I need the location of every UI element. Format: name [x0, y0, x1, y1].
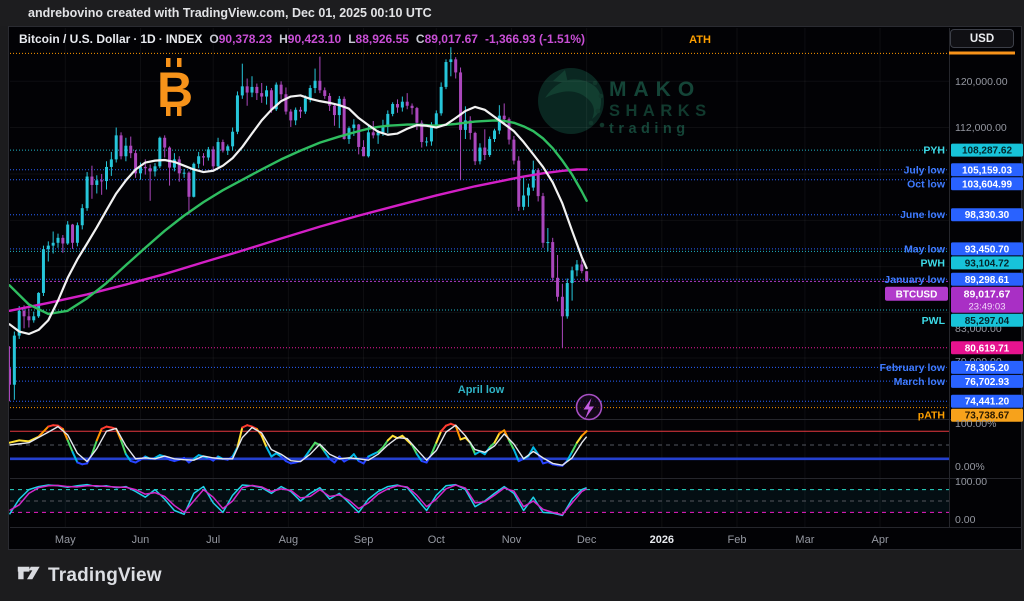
level-name-label: May low — [904, 243, 946, 255]
level-name-label: PWH — [921, 257, 946, 269]
symbol-title-row: Bitcoin / U.S. Dollar·1D·INDEXO90,378.23… — [19, 32, 585, 46]
tradingview-logo-icon[interactable] — [16, 561, 41, 590]
low-label: L — [348, 32, 355, 46]
level-name-label: June low — [900, 209, 946, 221]
chart-canvas[interactable]: MAKOSHARKStrading120,000.00112,000.0083,… — [9, 27, 1023, 551]
level-name-label: PWL — [922, 315, 946, 327]
level-name-label: Oct low — [907, 178, 946, 190]
level-name-label: pATH — [918, 410, 945, 422]
exchange-name: INDEX — [166, 32, 203, 46]
symbol-marker-text: BTCUSD — [896, 289, 938, 300]
level-name-label: February low — [880, 362, 946, 374]
ma-mid-line — [10, 120, 587, 314]
chart-panel[interactable]: MAKOSHARKStrading120,000.00112,000.0083,… — [8, 26, 1022, 550]
ma-slow-line — [10, 169, 587, 310]
currency-toggle-usd[interactable]: USD — [950, 29, 1014, 48]
watermark-text: trading — [609, 121, 690, 137]
level-name-label: July low — [904, 164, 946, 176]
branding-bar: TradingView — [0, 550, 1024, 601]
svg-text:B: B — [157, 62, 193, 118]
open-value: 90,378.23 — [219, 32, 272, 46]
watermark-text: SHARKS — [609, 102, 712, 120]
level-name-label: March low — [894, 376, 946, 388]
bitcoin-logo-icon: B — [157, 58, 193, 118]
tradingview-wordmark[interactable]: TradingView — [48, 565, 162, 587]
change-value: -1,366.93 (-1.51%) — [485, 32, 585, 46]
timeframe[interactable]: 1D — [140, 32, 155, 46]
low-value: 88,926.55 — [356, 32, 409, 46]
symbol-name[interactable]: Bitcoin / U.S. Dollar — [19, 32, 130, 46]
attribution-bar: andrebovino created with TradingView.com… — [0, 0, 1024, 26]
open-label: O — [209, 32, 218, 46]
chart-annotation: April low — [458, 384, 505, 396]
level-name-label: PYH — [923, 145, 945, 157]
lightning-event-icon[interactable] — [577, 395, 602, 420]
level-name-label: January low — [884, 274, 946, 286]
close-value: 89,017.67 — [425, 32, 478, 46]
attribution-text: andrebovino created with TradingView.com… — [28, 6, 432, 20]
watermark: MAKOSHARKStrading — [538, 68, 712, 137]
tradingview-snapshot: andrebovino created with TradingView.com… — [0, 0, 1024, 601]
close-label: C — [416, 32, 425, 46]
chart-annotation: ATH — [689, 34, 711, 46]
high-value: 90,423.10 — [288, 32, 341, 46]
time-scale[interactable] — [9, 528, 1023, 550]
high-label: H — [279, 32, 288, 46]
price-scale[interactable] — [950, 27, 1023, 527]
